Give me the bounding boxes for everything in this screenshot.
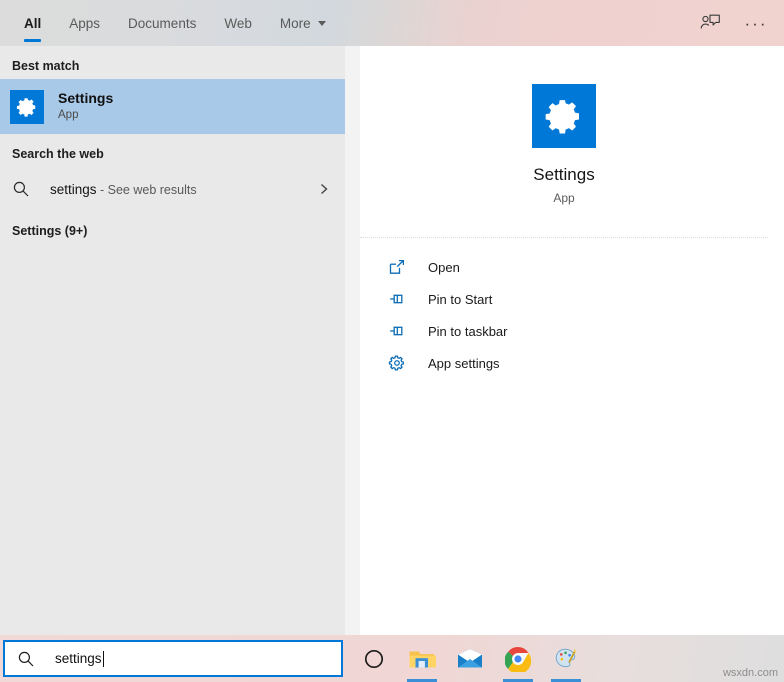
action-app-settings[interactable]: App settings [360,347,768,379]
chevron-down-icon [317,20,326,26]
search-the-web-header: Search the web [12,147,104,161]
taskbar-app-icons [350,635,590,682]
search-filter-tabs: All Apps Documents Web More [0,0,340,46]
best-match-header: Best match [12,59,80,73]
settings-count-header: Settings (9+) [12,224,88,238]
magnifier-glyph [13,181,29,197]
text-cursor [102,650,104,667]
tab-more-label: More [279,15,311,31]
tab-all-label: All [24,15,42,31]
taskbar-item-paint-3d[interactable] [542,635,590,682]
gear-glyph [16,97,36,117]
mail-envelope-icon [458,648,482,667]
search-input-text[interactable]: settings [55,650,104,667]
chevron-right-glyph [321,183,328,195]
overflow-menu-button[interactable]: ··· [736,4,776,42]
gear-glyph-large [545,100,579,134]
panel-gutter [345,46,360,635]
watermark: wsxdn.com [722,667,778,679]
search-results-panel: Best match Settings App Search the web s… [0,46,345,635]
tab-apps-label: Apps [69,15,101,31]
search-icon [17,650,37,668]
pin-glyph [390,294,403,304]
preview-app-title: Settings [533,165,595,184]
result-subtitle: App [58,109,79,122]
tab-active-underline [24,39,42,42]
paint-palette-icon [555,648,577,667]
tab-web[interactable]: Web [210,0,266,46]
preview-app-subtitle: App [553,191,575,205]
gear-outline-icon [387,353,407,373]
result-icon-wrap [10,89,44,124]
tab-documents-label: Documents [128,15,197,31]
folder-icon [409,651,436,667]
action-pin-to-start-label: Pin to Start [428,291,493,307]
tab-more[interactable]: More [266,0,340,46]
taskbar-item-chrome[interactable] [494,635,542,682]
taskbar-item-mail[interactable] [446,635,494,682]
preview-header: Settings App [360,52,768,238]
taskbar: settings wsxdn.com [0,635,784,682]
open-glyph [389,259,405,274]
result-row-settings[interactable]: Settings App [0,79,345,134]
action-open-label: Open [428,259,460,275]
feedback-button[interactable] [690,4,730,42]
app-preview-card: Settings App Open Pin to Start Pin to ta… [360,52,768,635]
action-pin-to-start[interactable]: Pin to Start [360,283,768,315]
web-result-suffix: - See web results [96,182,197,197]
action-open[interactable]: Open [360,251,768,283]
app-actions-list: Open Pin to Start Pin to taskbar App set… [360,238,768,379]
web-result-query: settings [50,181,97,197]
search-header-bar: All Apps Documents Web More ··· [0,0,784,46]
result-title: Settings [58,89,114,106]
open-external-icon [387,257,407,277]
chrome-icon [505,646,531,672]
action-app-settings-label: App settings [428,355,500,371]
search-input-value: settings [55,651,102,666]
action-pin-to-taskbar-label: Pin to taskbar [428,323,508,339]
chevron-right-icon[interactable] [317,182,331,196]
magnifier-glyph [18,651,34,666]
action-pin-to-taskbar[interactable]: Pin to taskbar [360,315,768,347]
pin-icon [387,321,407,341]
web-result-label: settings - See web results [50,182,197,197]
settings-gear-icon [10,89,44,124]
taskbar-item-file-explorer[interactable] [398,635,446,682]
tab-documents[interactable]: Documents [114,0,210,46]
taskbar-search-box[interactable]: settings [3,640,343,677]
tab-all[interactable]: All [10,0,55,46]
tab-web-label: Web [224,15,252,31]
feedback-person-icon [700,14,720,29]
header-actions: ··· [690,0,776,46]
web-result-row[interactable]: settings - See web results [0,167,345,211]
tab-apps[interactable]: Apps [55,0,114,46]
search-icon [12,180,34,198]
ellipsis-icon: ··· [744,13,768,33]
pin-glyph [390,326,403,336]
windows-search-screen: All Apps Documents Web More ··· Best mat… [0,0,784,682]
settings-gear-icon-large [532,84,596,148]
result-text: Settings App [58,90,113,123]
cortana-circle-icon [364,649,384,668]
taskbar-item-cortana[interactable] [350,635,398,682]
pin-icon [387,289,407,309]
gear-outline-glyph [388,355,404,371]
